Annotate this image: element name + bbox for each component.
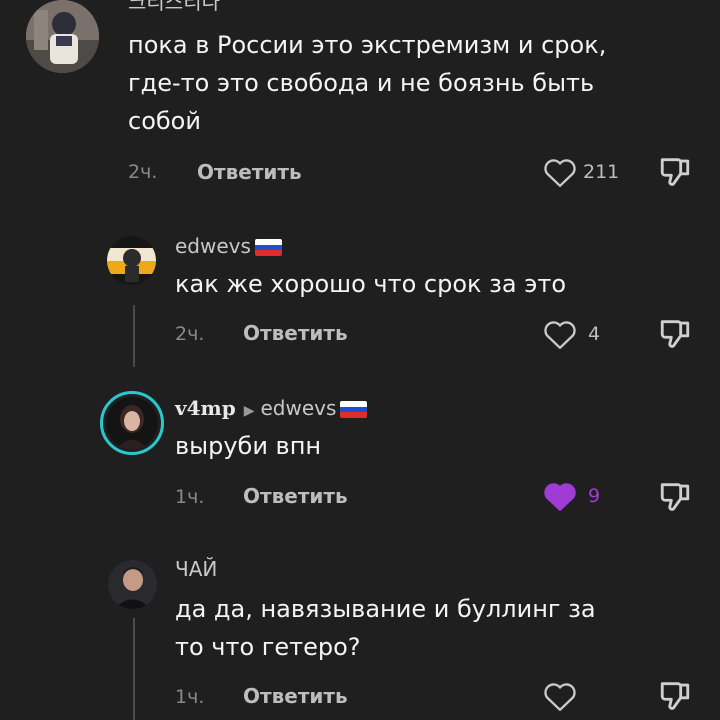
avatar[interactable] — [26, 0, 99, 73]
like-button[interactable]: 9 — [542, 480, 600, 512]
username-text: edwevs — [175, 234, 251, 258]
like-button[interactable] — [542, 680, 583, 712]
comment-time: 2ч. — [128, 161, 158, 183]
comment-time: 1ч. — [175, 486, 205, 508]
comment-text: пока в России это экстремизм и срок, где… — [128, 26, 606, 140]
comment-text: как же хорошо что срок за это — [175, 265, 566, 303]
russia-flag-icon — [340, 401, 368, 418]
thread-line — [133, 305, 135, 367]
dislike-button[interactable] — [658, 154, 692, 192]
like-count: 4 — [588, 323, 601, 345]
heart-filled-icon — [544, 483, 576, 511]
avatar[interactable] — [107, 236, 156, 285]
comment-text-line: выруби впн — [175, 432, 322, 460]
dislike-button[interactable] — [658, 479, 692, 517]
avatar-image — [108, 560, 157, 609]
like-count: 211 — [583, 161, 620, 183]
thumbs-down-icon — [660, 682, 690, 710]
comment-username[interactable]: 크리스티나 — [128, 0, 220, 15]
avatar-image — [106, 397, 158, 449]
comment-username[interactable]: v4mp ▶ edwevs — [175, 396, 368, 420]
comment-text: выруби впн — [175, 427, 321, 465]
comment-time: 2ч. — [175, 323, 205, 345]
avatar-story-ring[interactable] — [100, 391, 164, 455]
comment-text-line: то что гетеро? — [175, 633, 361, 661]
thumbs-down-icon — [660, 158, 690, 186]
heart-outline-icon — [544, 683, 576, 711]
comment-text-line: как же хорошо что срок за это — [175, 270, 567, 298]
comment-text: да да, навязывание и буллинг за то что г… — [175, 590, 596, 666]
thread-line — [133, 618, 135, 720]
russia-flag-icon — [254, 239, 282, 256]
username-text: v4mp — [175, 396, 236, 420]
reply-to-username[interactable]: edwevs — [260, 396, 336, 420]
comment-username[interactable]: ЧАЙ — [175, 557, 217, 581]
reply-arrow-icon: ▶ — [243, 403, 255, 419]
like-count: 9 — [588, 485, 601, 507]
thumbs-down-icon — [660, 320, 690, 348]
avatar[interactable] — [108, 560, 157, 609]
like-button[interactable]: 211 — [542, 156, 619, 188]
heart-outline-icon — [544, 159, 576, 187]
heart-outline-icon — [544, 321, 576, 349]
comment-text-line: пока в России это экстремизм и срок, — [128, 31, 607, 59]
comment-username[interactable]: edwevs — [175, 234, 282, 258]
reply-button[interactable]: Ответить — [243, 321, 348, 345]
comment-text-line: собой — [128, 107, 201, 135]
reply-button[interactable]: Ответить — [243, 684, 348, 708]
avatar-image — [107, 236, 156, 285]
reply-button[interactable]: Ответить — [243, 484, 348, 508]
dislike-button[interactable] — [658, 678, 692, 716]
like-button[interactable]: 4 — [542, 318, 600, 350]
comment-time: 1ч. — [175, 686, 205, 708]
comments-page: 크리스티나 пока в России это экстремизм и сро… — [0, 0, 720, 720]
thumbs-down-icon — [660, 483, 690, 511]
reply-button[interactable]: Ответить — [197, 160, 302, 184]
avatar-image — [26, 0, 99, 73]
dislike-button[interactable] — [658, 316, 692, 354]
comment-text-line: где-то это свобода и не боязнь быть — [128, 69, 595, 97]
comment-text-line: да да, навязывание и буллинг за — [175, 595, 596, 623]
